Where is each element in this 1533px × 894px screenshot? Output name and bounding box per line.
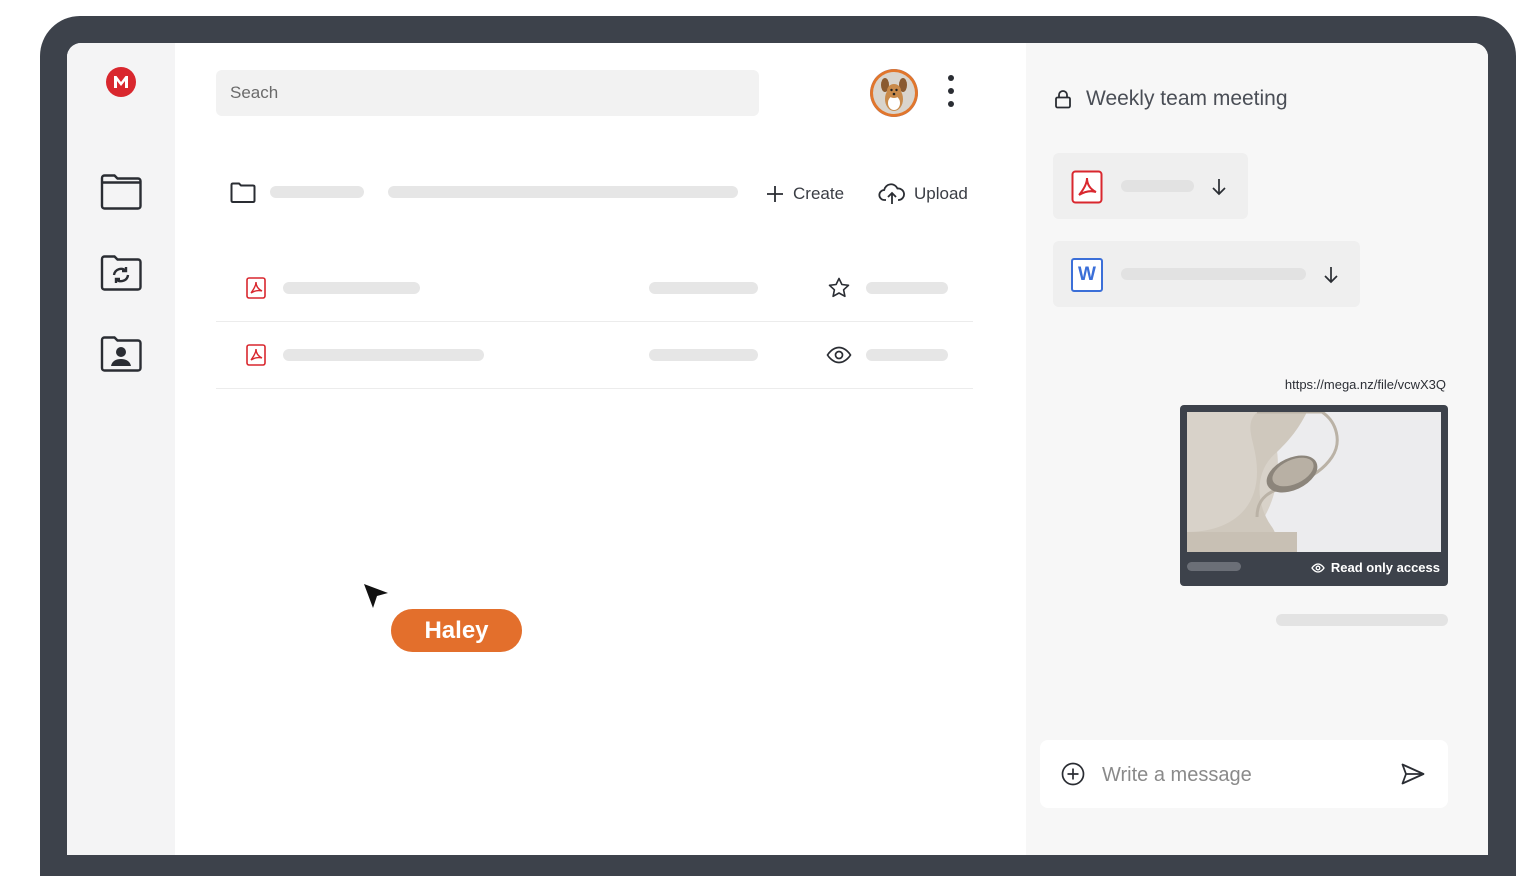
lock-icon [1055,90,1071,109]
breadcrumb-placeholder [388,186,738,198]
message-placeholder [1276,614,1448,626]
pdf-icon [246,344,266,366]
folder-icon [230,182,256,203]
file-attachment[interactable] [1053,153,1248,219]
sidebar-item-sync[interactable] [97,249,145,297]
folder-icon [100,174,142,210]
eye-icon[interactable] [826,345,852,365]
breadcrumb-placeholder [270,186,364,198]
access-badge: Read only access [1311,560,1440,575]
access-label: Read only access [1330,560,1440,575]
preview-title-placeholder [1187,562,1241,571]
shared-folder-icon [100,336,142,372]
file-name-placeholder [1121,268,1306,280]
upload-button[interactable]: Upload [878,179,968,209]
sidebar-item-cloud-drive[interactable] [97,168,145,216]
send-icon[interactable] [1400,762,1426,786]
star-icon[interactable] [827,276,851,300]
table-row[interactable] [216,322,973,389]
avatar[interactable] [870,69,918,117]
file-name-placeholder [283,349,484,361]
file-size-placeholder [649,349,758,361]
sync-folder-icon [100,255,142,291]
message-input[interactable] [1100,760,1384,790]
file-date-placeholder [866,282,948,294]
more-vertical-icon[interactable] [943,75,959,111]
eye-icon [1311,562,1325,573]
download-icon[interactable] [1322,265,1340,285]
file-name-placeholder [283,282,420,294]
mega-logo-icon[interactable] [106,67,136,97]
download-icon[interactable] [1210,177,1228,197]
add-icon[interactable] [1061,762,1085,786]
pdf-icon [246,277,266,299]
app-window: Create Upload Weekly team meeting [67,43,1488,855]
preview-image [1187,412,1441,552]
message-composer [1040,740,1448,808]
upload-cloud-icon [878,183,905,204]
word-icon-letter: W [1078,264,1096,285]
sidebar-item-shared[interactable] [97,330,145,378]
word-icon: W [1071,258,1103,292]
table-row[interactable] [216,255,973,322]
chat-title: Weekly team meeting [1086,87,1288,110]
upload-label: Upload [914,184,968,203]
create-label: Create [793,184,845,203]
file-size-placeholder [649,282,758,294]
chat-header: Weekly team meeting [1054,87,1288,111]
file-attachment[interactable]: W [1053,241,1360,307]
link-preview[interactable]: Read only access [1180,405,1448,586]
sidebar [67,43,175,855]
add-icon [767,186,783,202]
chat-panel: Weekly team meeting W https://mega.nz/fi… [1026,43,1488,855]
create-button[interactable]: Create [765,179,844,209]
collaborator-name-tag: Haley [391,609,522,652]
search-input[interactable] [216,70,759,116]
collaborator-cursor-icon [364,584,388,608]
pdf-icon [1071,170,1103,204]
message-link[interactable]: https://mega.nz/file/vcwX3Q [1246,377,1446,392]
file-date-placeholder [866,349,948,361]
file-browser: Create Upload [175,43,1026,855]
collaborator-name: Haley [424,616,489,644]
file-name-placeholder [1121,180,1194,192]
